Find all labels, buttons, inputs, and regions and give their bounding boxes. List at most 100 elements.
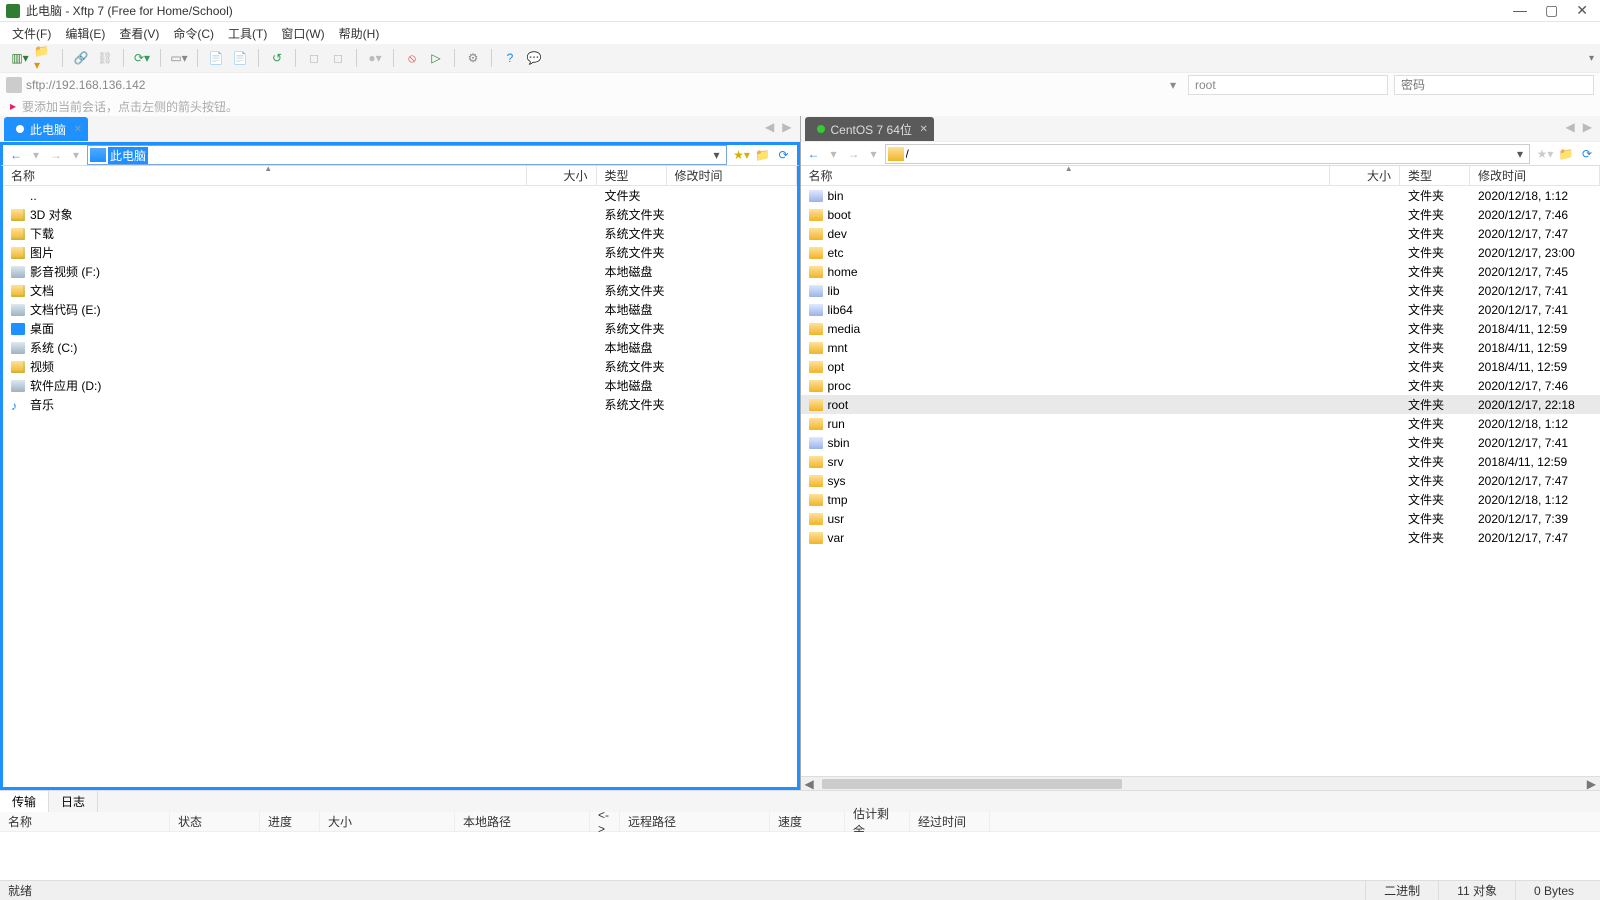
menu-item[interactable]: 编辑(E) [65,25,105,42]
nav-fwd-menu[interactable]: ▾ [865,145,883,163]
file-row[interactable]: 视频系统文件夹 [3,357,797,376]
menu-item[interactable]: 窗口(W) [281,25,324,42]
tab-log[interactable]: 日志 [49,791,98,812]
file-row[interactable]: home文件夹2020/12/17, 7:45 [801,262,1600,281]
file-row[interactable]: 软件应用 (D:)本地磁盘 [3,376,797,395]
transfer-col[interactable]: 速度 [770,812,845,831]
favorite-icon[interactable]: ★▾ [733,146,751,164]
tab-transfer[interactable]: 传输 [0,791,49,812]
help-button[interactable]: ? [500,48,520,68]
unlink-button[interactable]: ⛓ [95,48,115,68]
file-row[interactable]: tmp文件夹2020/12/18, 1:12 [801,490,1600,509]
left-file-list[interactable]: 名称▲ 大小 类型 修改时间 ..文件夹3D 对象系统文件夹下载系统文件夹图片系… [0,166,800,790]
transfer-col[interactable]: <-> [590,812,620,831]
nav-forward-button[interactable]: → [845,145,863,163]
transfer-col[interactable]: 大小 [320,812,455,831]
col-size[interactable]: 大小 [527,166,597,185]
file-row[interactable]: 桌面系统文件夹 [3,319,797,338]
scroll-left-icon[interactable]: ◀ [801,777,818,791]
transfer-col[interactable]: 进度 [260,812,320,831]
file-row[interactable]: root文件夹2020/12/17, 22:18 [801,395,1600,414]
transfer-col[interactable]: 经过时间 [910,812,990,831]
file-row[interactable]: boot文件夹2020/12/17, 7:46 [801,205,1600,224]
scroll-thumb[interactable] [822,779,1122,789]
file-row[interactable]: etc文件夹2020/12/17, 23:00 [801,243,1600,262]
file-row[interactable]: usr文件夹2020/12/17, 7:39 [801,509,1600,528]
right-h-scrollbar[interactable]: ◀ ▶ [801,776,1600,790]
file-row[interactable]: proc文件夹2020/12/17, 7:46 [801,376,1600,395]
right-file-list[interactable]: 名称▲ 大小 类型 修改时间 bin文件夹2020/12/18, 1:12boo… [801,166,1600,776]
new-connection-button[interactable]: ▥▾ [10,48,30,68]
file-row[interactable]: 系统 (C:)本地磁盘 [3,338,797,357]
file-row[interactable]: srv文件夹2018/4/11, 12:59 [801,452,1600,471]
col-name[interactable]: 名称▲ [801,166,1331,185]
address-dropdown-icon[interactable]: ▾ [1170,78,1176,92]
file-row[interactable]: bin文件夹2020/12/18, 1:12 [801,186,1600,205]
tab-close-icon[interactable]: ✕ [74,124,82,135]
tab-next-icon[interactable]: ▶ [1583,120,1592,134]
file-row[interactable]: 图片系统文件夹 [3,243,797,262]
toolbar-overflow-icon[interactable]: ▾ [1589,53,1594,64]
favorite-icon[interactable]: ★▾ [1536,145,1554,163]
col-date[interactable]: 修改时间 [1470,166,1600,185]
open-button[interactable]: 📁▾ [34,48,54,68]
settings-button[interactable]: ⚙ [463,48,483,68]
menu-item[interactable]: 文件(F) [12,25,51,42]
tab-prev-icon[interactable]: ◀ [1566,120,1575,134]
minimize-button[interactable]: — [1513,2,1527,19]
tab-local[interactable]: 此电脑 ✕ [4,117,88,141]
file-row[interactable]: 文档代码 (E:)本地磁盘 [3,300,797,319]
file-row[interactable]: lib文件夹2020/12/17, 7:41 [801,281,1600,300]
menu-item[interactable]: 命令(C) [173,25,214,42]
action2-button[interactable]: ◻ [328,48,348,68]
tab-remote[interactable]: CentOS 7 64位 ✕ [805,117,934,141]
nav-back-menu[interactable]: ▾ [825,145,843,163]
file-row[interactable]: media文件夹2018/4/11, 12:59 [801,319,1600,338]
right-path-input[interactable]: ▾ [885,144,1531,164]
tab-close-icon[interactable]: ✕ [920,124,928,135]
col-type[interactable]: 类型 [1400,166,1470,185]
link-button[interactable]: 🔗 [71,48,91,68]
path-dropdown-icon[interactable]: ▾ [1513,147,1527,161]
col-size[interactable]: 大小 [1330,166,1400,185]
nav-forward-button[interactable]: → [47,146,65,164]
close-button[interactable]: ✕ [1576,2,1588,19]
view-button[interactable]: ▭▾ [169,48,189,68]
file-row[interactable]: dev文件夹2020/12/17, 7:47 [801,224,1600,243]
file-row[interactable]: 文档系统文件夹 [3,281,797,300]
scroll-right-icon[interactable]: ▶ [1583,777,1600,791]
path-text[interactable] [906,147,1513,161]
address-url[interactable]: sftp://192.168.136.142 [26,78,145,92]
go-button[interactable]: ▷ [426,48,446,68]
refresh-button[interactable]: ↺ [267,48,287,68]
action1-button[interactable]: ◻ [304,48,324,68]
file-row[interactable]: opt文件夹2018/4/11, 12:59 [801,357,1600,376]
bookmark-icon[interactable]: ▸ [10,99,16,113]
file-row[interactable]: lib64文件夹2020/12/17, 7:41 [801,300,1600,319]
nav-back-menu[interactable]: ▾ [27,146,45,164]
col-name[interactable]: 名称▲ [3,166,527,185]
file-row[interactable]: run文件夹2020/12/18, 1:12 [801,414,1600,433]
file-row[interactable]: ♪音乐系统文件夹 [3,395,797,414]
file-row[interactable]: sbin文件夹2020/12/17, 7:41 [801,433,1600,452]
nav-fwd-menu[interactable]: ▾ [67,146,85,164]
transfer-col[interactable]: 状态 [170,812,260,831]
nav-back-button[interactable]: ← [805,145,823,163]
col-type[interactable]: 类型 [597,166,667,185]
copy-button[interactable]: 📄 [206,48,226,68]
paste-button[interactable]: 📄 [230,48,250,68]
tab-prev-icon[interactable]: ◀ [765,120,774,134]
maximize-button[interactable]: ▢ [1545,2,1558,19]
left-path-input[interactable]: 此电脑 ▾ [87,145,727,165]
file-row[interactable]: 下载系统文件夹 [3,224,797,243]
nav-back-button[interactable]: ← [7,146,25,164]
stop-button[interactable]: ⦸ [402,48,422,68]
file-row[interactable]: 3D 对象系统文件夹 [3,205,797,224]
tab-next-icon[interactable]: ▶ [782,120,791,134]
file-row[interactable]: ..文件夹 [3,186,797,205]
transfer-col[interactable]: 估计剩余... [845,812,910,831]
status-button[interactable]: ●▾ [365,48,385,68]
file-row[interactable]: 影音视频 (F:)本地磁盘 [3,262,797,281]
refresh-icon[interactable]: ⟳ [775,146,793,164]
file-row[interactable]: var文件夹2020/12/17, 7:47 [801,528,1600,547]
